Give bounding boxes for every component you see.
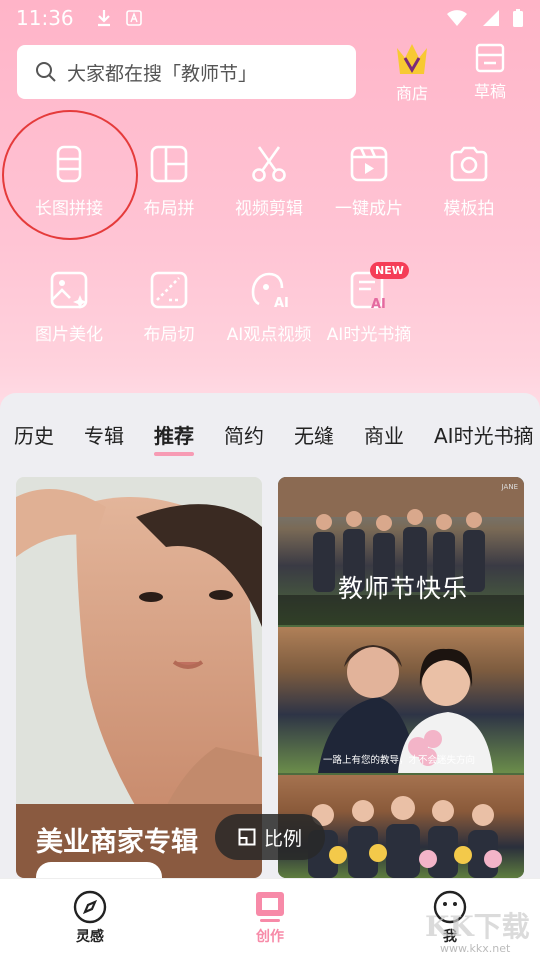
status-bar: 11:36: [0, 0, 540, 36]
layout-grid-icon: [150, 145, 188, 183]
teachers-day-title: 教师节快乐: [338, 574, 469, 603]
tool-label: 布局切: [143, 325, 195, 345]
teacher-caption: 一路上有您的教导，才不会迷失方向: [323, 755, 476, 766]
drafts-label: 草稿: [473, 82, 506, 101]
store-button[interactable]: 商店: [382, 42, 442, 104]
annotation-circle: [2, 110, 138, 240]
download-icon: [97, 10, 110, 27]
tab-business[interactable]: 商业: [364, 420, 404, 449]
status-time: 11:36: [16, 6, 74, 30]
compass-icon: [73, 890, 107, 924]
watermark-url: www.kkx.net: [440, 942, 511, 955]
tool-label: 布局拼: [143, 199, 195, 219]
tool-ai-opinion-video[interactable]: AI AI观点视频: [214, 270, 324, 345]
promo-title: 美业商家专辑: [36, 827, 198, 858]
tab-recommended[interactable]: 推荐: [154, 420, 194, 449]
tool-video-edit[interactable]: 视频剪辑: [214, 144, 324, 219]
group-photo: JANE 教师节快乐: [278, 477, 524, 625]
tool-label: 视频剪辑: [235, 199, 303, 219]
battery-icon: [513, 9, 523, 27]
tab-history[interactable]: 历史: [14, 420, 54, 449]
layout-cut-icon: [150, 271, 188, 309]
nav-label-inspiration: 灵感: [76, 929, 104, 945]
svg-text:AI: AI: [274, 296, 289, 310]
promo-button[interactable]: [36, 862, 162, 878]
nav-create[interactable]: 创作: [230, 890, 310, 946]
tab-album[interactable]: 专辑: [84, 420, 124, 449]
tool-label: AI时光书摘: [326, 325, 412, 345]
nav-label-create: 创作: [256, 929, 284, 945]
drafts-button[interactable]: 草稿: [460, 42, 520, 102]
tool-image-beautify[interactable]: 图片美化: [14, 270, 124, 345]
teacher-student-photo: 一路上有您的教导，才不会迷失方向: [278, 627, 524, 773]
tool-label: 模板拍: [443, 199, 495, 219]
ratio-button[interactable]: 比例: [215, 814, 325, 860]
clapperboard-icon: [350, 146, 388, 182]
category-tabs: 历史 专辑 推荐 简约 无缝 商业 AI时光书摘: [0, 412, 540, 458]
nav-inspiration[interactable]: 灵感: [50, 890, 130, 946]
create-icon: [256, 892, 284, 922]
store-label: 商店: [395, 84, 428, 103]
ai-speaker-icon: AI: [251, 272, 289, 310]
camera-icon: [450, 146, 488, 182]
tool-template-shoot[interactable]: 模板拍: [414, 144, 524, 219]
notification-a-icon: [125, 10, 142, 26]
tool-label: 图片美化: [35, 325, 103, 345]
wifi-icon: [447, 10, 467, 26]
draft-box-icon: [475, 43, 505, 73]
crown-icon: [397, 44, 427, 74]
tool-label: 一键成片: [335, 199, 403, 219]
signal-icon: [483, 10, 499, 26]
ratio-icon: [238, 828, 256, 846]
tool-label: AI观点视频: [226, 325, 312, 345]
active-tab-indicator: [154, 452, 194, 456]
brand-text: JANE: [501, 483, 518, 491]
watermark-logo: KK下载: [425, 910, 530, 943]
image-sparkle-icon: [50, 271, 88, 309]
portrait-photo: [16, 477, 262, 807]
svg-text:AI: AI: [371, 297, 386, 310]
tab-seamless[interactable]: 无缝: [294, 420, 334, 449]
tab-simple[interactable]: 简约: [224, 420, 264, 449]
tool-layout-cut[interactable]: 布局切: [114, 270, 224, 345]
new-badge: NEW: [370, 262, 409, 279]
scissors-icon: [252, 146, 286, 182]
tab-ai-book[interactable]: AI时光书摘: [434, 420, 534, 449]
tool-one-click-video[interactable]: 一键成片: [314, 144, 424, 219]
search-placeholder: 大家都在搜「教师节」: [67, 62, 258, 85]
search-input[interactable]: 大家都在搜「教师节」: [17, 45, 356, 99]
tool-ai-book-excerpt[interactable]: AI AI时光书摘: [314, 270, 424, 345]
ratio-label: 比例: [263, 827, 302, 850]
search-icon: [36, 62, 56, 82]
